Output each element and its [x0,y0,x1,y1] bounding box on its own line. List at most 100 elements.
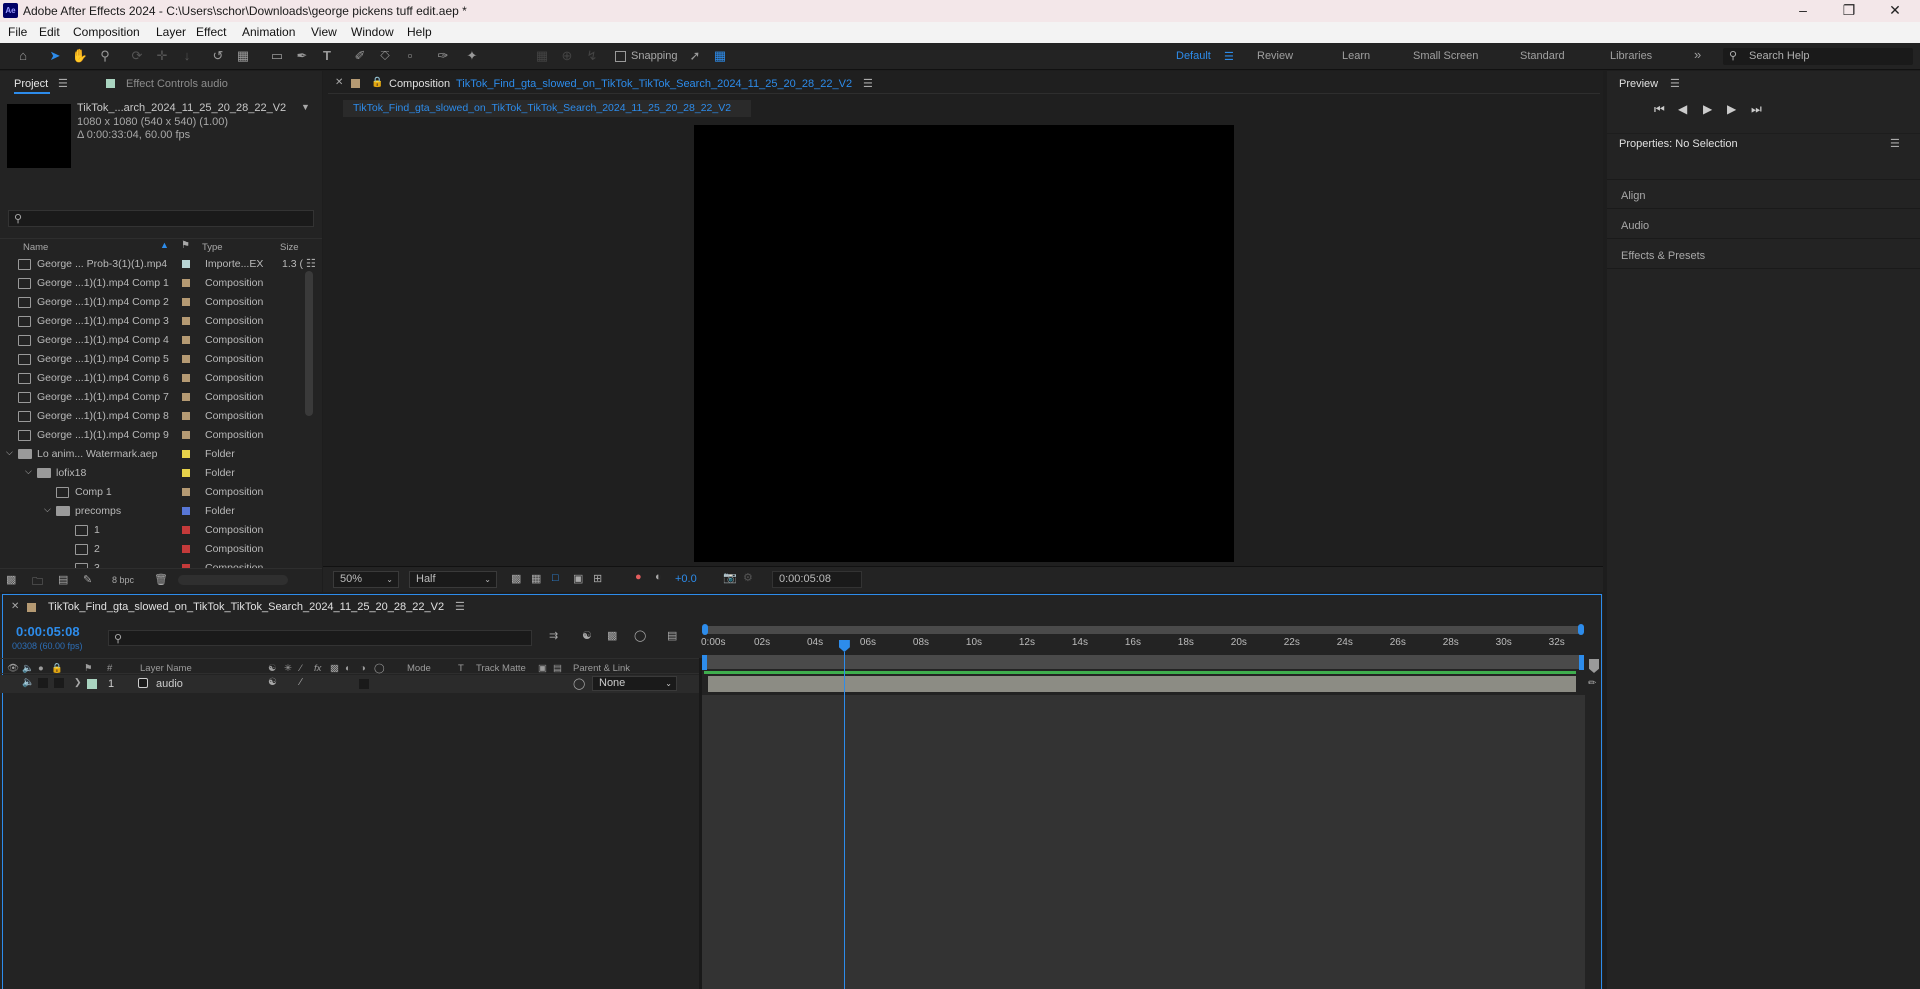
menu-file[interactable]: File [8,25,27,39]
project-item[interactable]: ⌵ Lo anim... Watermark.aep Folder [0,445,305,464]
composition-tab-prefix[interactable]: Composition [389,78,450,90]
motion-blur-switch-icon[interactable]: ◐ [345,663,351,674]
label-swatch[interactable] [182,355,190,363]
effects-presets-section[interactable]: Effects & Presets [1621,250,1705,262]
composition-mini-flowchart-icon[interactable]: ⇉ [549,629,558,642]
project-item[interactable]: George ...1)(1).mp4 Comp 8 Composition [0,407,305,426]
audio-toggle-icon[interactable]: 🔈 [22,663,34,674]
new-composition-icon[interactable]: ▤ [58,573,68,586]
frame-blend-switch-icon[interactable]: ▩ [330,663,339,674]
adjustment-layer-switch-icon[interactable]: ◑ [360,663,366,674]
anchor-point-tool-icon[interactable]: ▦ [233,47,253,65]
lock-column-icon[interactable]: 🔒 [51,663,63,674]
timeline-menu-icon[interactable]: ☰ [455,600,465,613]
menu-view[interactable]: View [311,25,337,39]
audio-enabled-icon[interactable]: 🔈 [22,677,34,688]
shy-switch-icon[interactable]: ☯ [268,663,277,674]
expand-folder-icon[interactable]: ⌵ [6,447,13,458]
workspace-learn[interactable]: Learn [1342,50,1370,62]
label-swatch[interactable] [182,317,190,325]
transparency-grid-icon[interactable]: ▦ [531,572,541,585]
project-item[interactable]: George ...1)(1).mp4 Comp 4 Composition [0,331,305,350]
project-settings-icon[interactable]: ✎ [83,573,92,586]
time-graph-area[interactable] [702,695,1585,989]
frame-blending-icon[interactable]: ◯ [634,629,646,642]
zoom-tool-icon[interactable]: ⚲ [95,47,115,65]
layer-name-header[interactable]: Layer Name [140,663,192,674]
region-of-interest-icon[interactable]: ▣ [573,572,583,585]
new-folder-icon[interactable]: 🗀 [32,573,43,592]
channels-icon[interactable]: ● [635,571,642,583]
quality-toggle-icon[interactable]: ∕ [300,677,302,688]
close-icon[interactable]: ✕ [1872,0,1918,22]
shy-layer-icon[interactable]: ☯ [268,677,277,688]
menu-animation[interactable]: Animation [242,25,295,39]
search-help-input[interactable]: ⚲ Search Help [1723,48,1913,65]
rectangle-tool-icon[interactable]: ▭ [267,47,287,65]
project-item[interactable]: George ...1)(1).mp4 Comp 7 Composition [0,388,305,407]
project-item[interactable]: George ...1)(1).mp4 Comp 3 Composition [0,312,305,331]
project-item[interactable]: 2 Composition [0,540,305,559]
composition-menu-icon[interactable]: ☰ [863,77,873,90]
effects-switch-icon[interactable]: fx [314,663,321,674]
orbit-camera-icon[interactable]: ⟳ [127,47,147,65]
label-swatch[interactable] [182,412,190,420]
solo-icon[interactable]: ● [38,663,44,674]
thumbnail-size-slider[interactable] [178,575,288,585]
last-frame-icon[interactable]: ⏭ [1751,102,1762,117]
label-swatch[interactable] [182,450,190,458]
more-workspaces-icon[interactable]: » [1694,47,1701,62]
menu-window[interactable]: Window [351,25,394,39]
navigator-start-handle[interactable] [702,624,708,635]
play-icon[interactable]: ▶ [1703,102,1712,116]
layer-label-color[interactable] [87,679,97,689]
matte-alpha-icon[interactable]: ▣ [538,663,547,674]
label-swatch[interactable] [182,431,190,439]
dolly-camera-icon[interactable]: ↓ [177,47,197,65]
collapse-switch-icon[interactable]: ✳ [284,663,292,674]
workspace-menu-icon[interactable]: ☰ [1224,50,1234,63]
snap-grid-icon[interactable]: ▦ [710,47,730,65]
timeline-search-input[interactable]: ⚲ [108,630,532,646]
label-swatch[interactable] [182,545,190,553]
home-icon[interactable]: ⌂ [13,47,33,65]
color-management-icon[interactable]: ◐ [655,571,662,583]
workspace-standard[interactable]: Standard [1520,50,1565,62]
label-column-icon[interactable]: ⚑ [84,663,93,674]
timeline-tab-name[interactable]: TikTok_Find_gta_slowed_on_TikTok_TikTok_… [48,601,444,613]
puppet-pin-tool-icon[interactable]: ✦ [462,47,482,65]
work-area-start[interactable] [702,655,707,670]
composition-breadcrumb[interactable]: TikTok_Find_gta_slowed_on_TikTok_TikTok_… [343,100,751,117]
grid-guides-icon[interactable]: ⊞ [593,572,602,585]
delete-icon[interactable]: 🗑 [154,573,168,586]
fast-previews-icon[interactable]: ▩ [511,572,521,585]
layer-row[interactable]: 🔈 ❯ 1 audio ☯ ∕ ◯ None ⌄ [0,675,700,693]
bit-depth-label[interactable]: 8 bpc [112,575,134,585]
navigator-bar[interactable] [702,626,1584,634]
lock-toggle[interactable] [54,678,64,688]
eraser-tool-icon[interactable]: ▫ [400,47,420,65]
align-section[interactable]: Align [1621,190,1645,202]
project-item[interactable]: George ...1)(1).mp4 Comp 5 Composition [0,350,305,369]
exposure-value[interactable]: +0.0 [675,573,697,585]
playhead-line[interactable] [843,652,845,989]
maximize-icon[interactable]: ❐ [1826,0,1872,22]
audio-section[interactable]: Audio [1621,220,1649,232]
menu-layer[interactable]: Layer [156,25,186,39]
project-item[interactable]: George ...1)(1).mp4 Comp 9 Composition [0,426,305,445]
label-swatch[interactable] [182,393,190,401]
lock-icon[interactable]: 🔒 [371,77,383,88]
flowchart-icon[interactable]: ☷ [306,257,316,270]
view-axis-icon[interactable]: ↯ [582,47,602,65]
menu-help[interactable]: Help [407,25,432,39]
project-item[interactable]: ⌵ precomps Folder [0,502,305,521]
label-swatch[interactable] [182,260,190,268]
project-item[interactable]: George ... Prob-3(1)(1).mp4 Importe...EX 1… [0,255,305,274]
pan-camera-icon[interactable]: ✛ [152,47,172,65]
show-snapshot-icon[interactable]: ⚙ [743,571,753,584]
pen-tool-icon[interactable]: ✒ [292,47,312,65]
3d-layer-switch-icon[interactable]: ◯ [374,663,385,674]
current-time-display[interactable]: 0:00:05:08 [16,624,80,639]
expand-folder-icon[interactable]: ⌵ [25,466,32,477]
clone-stamp-tool-icon[interactable]: ⎏ [375,47,395,65]
